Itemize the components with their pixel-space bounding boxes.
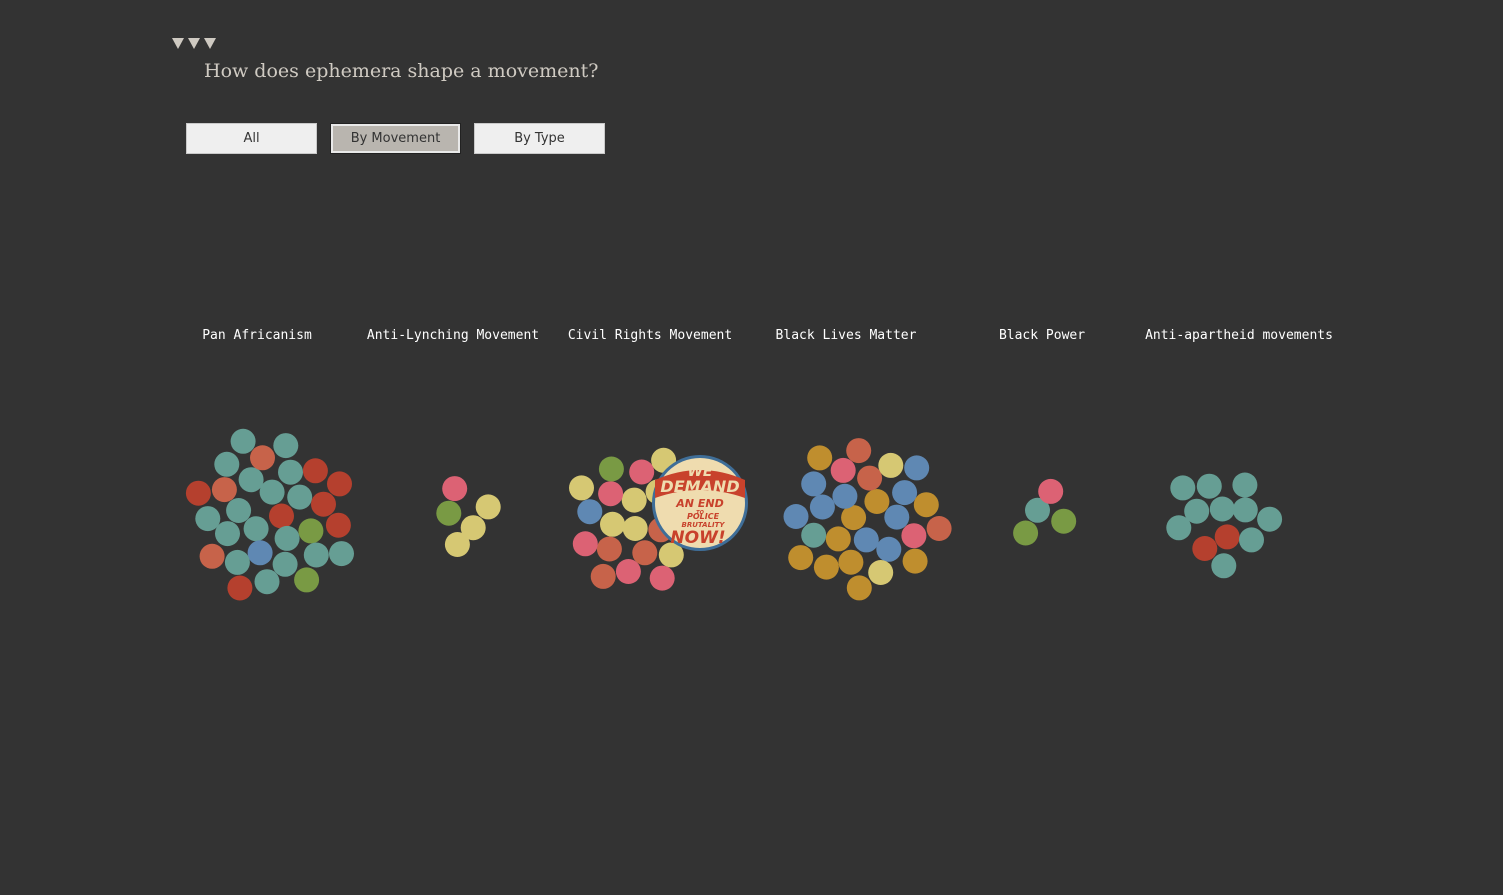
ephemera-dot[interactable]	[846, 575, 872, 601]
ephemera-dot[interactable]	[788, 545, 814, 571]
ephemera-dot[interactable]	[783, 504, 809, 529]
ephemera-dot[interactable]	[1170, 475, 1196, 501]
ephemera-dot[interactable]	[1232, 497, 1258, 523]
ephemera-dot[interactable]	[598, 456, 624, 482]
ephemera-dot[interactable]	[247, 540, 273, 566]
ephemera-dot[interactable]	[298, 518, 324, 544]
badge-text-now: NOW!	[670, 528, 725, 548]
ephemera-dot[interactable]	[838, 549, 864, 575]
ephemera-dot[interactable]	[1013, 520, 1039, 546]
ephemera-dot[interactable]	[846, 438, 872, 464]
ephemera-dot[interactable]	[841, 505, 867, 531]
ephemera-dot[interactable]	[250, 445, 275, 471]
featured-ephemera-badge[interactable]: WE DEMAND AN END TO POLICE BRUTALITY NOW…	[652, 455, 748, 551]
ephemera-dot[interactable]	[442, 476, 468, 502]
ephemera-dot[interactable]	[238, 467, 264, 493]
ephemera-dot[interactable]	[230, 428, 256, 454]
ephemera-dot[interactable]	[600, 511, 625, 537]
badge-text-demand: DEMAND	[660, 477, 739, 496]
ephemera-dot[interactable]	[311, 491, 336, 517]
ephemera-dot[interactable]	[577, 499, 603, 525]
ephemera-dot[interactable]	[269, 503, 294, 529]
ephemera-dot[interactable]	[254, 569, 280, 595]
ephemera-dot[interactable]	[901, 523, 927, 549]
ephemera-dot[interactable]	[596, 536, 622, 562]
ephemera-dot[interactable]	[598, 481, 624, 507]
ephemera-dot[interactable]	[904, 455, 930, 481]
ephemera-dot[interactable]	[302, 458, 328, 484]
ephemera-dot[interactable]	[1209, 496, 1235, 522]
ephemera-dot[interactable]	[884, 504, 910, 530]
ephemera-dot[interactable]	[1232, 472, 1258, 498]
ephemera-dot[interactable]	[615, 559, 641, 584]
ephemera-dot[interactable]	[1038, 478, 1064, 504]
ephemera-dot[interactable]	[273, 433, 299, 459]
ephemera-dot[interactable]	[801, 471, 827, 497]
bubble-chart: WE DEMAND AN END TO POLICE BRUTALITY NOW…	[185, 428, 1283, 601]
ephemera-dot[interactable]	[259, 479, 285, 505]
ephemera-dot[interactable]	[195, 506, 221, 532]
ephemera-dot[interactable]	[278, 459, 303, 485]
ephemera-dot[interactable]	[807, 445, 833, 471]
ephemera-dot[interactable]	[629, 459, 655, 485]
ephemera-dot[interactable]	[329, 541, 354, 567]
ephemera-dot[interactable]	[864, 489, 890, 514]
ephemera-dot[interactable]	[1196, 473, 1222, 499]
ephemera-dot[interactable]	[830, 457, 856, 483]
ephemera-dot[interactable]	[1051, 508, 1077, 534]
ephemera-dot[interactable]	[878, 452, 904, 478]
ephemera-dot[interactable]	[853, 527, 879, 553]
ephemera-dot[interactable]	[243, 516, 269, 542]
ephemera-dot[interactable]	[621, 487, 647, 513]
ephemera-dot[interactable]	[1192, 536, 1218, 561]
ephemera-dot[interactable]	[892, 480, 918, 506]
ephemera-dot[interactable]	[303, 542, 329, 568]
ephemera-dot[interactable]	[902, 548, 928, 574]
ephemera-dot[interactable]	[325, 512, 351, 538]
ephemera-dot[interactable]	[214, 451, 240, 477]
ephemera-dot[interactable]	[227, 575, 253, 601]
ephemera-dot[interactable]	[876, 536, 902, 562]
ephemera-dot[interactable]	[926, 516, 952, 541]
ephemera-dot[interactable]	[813, 554, 839, 580]
ephemera-dot[interactable]	[649, 565, 675, 591]
ephemera-dot[interactable]	[825, 526, 851, 552]
ephemera-dot[interactable]	[199, 543, 225, 569]
ephemera-dot[interactable]	[572, 531, 598, 557]
ephemera-dot[interactable]	[809, 494, 835, 520]
ephemera-dot[interactable]	[274, 525, 300, 551]
badge-text-police: POLICE	[687, 512, 720, 521]
ephemera-dot[interactable]	[913, 492, 939, 518]
ephemera-dot[interactable]	[224, 549, 250, 575]
ephemera-dot[interactable]	[294, 567, 320, 593]
ephemera-dot[interactable]	[857, 465, 883, 491]
ephemera-dot[interactable]	[632, 540, 658, 566]
ephemera-dot[interactable]	[226, 498, 252, 523]
ephemera-dot[interactable]	[185, 480, 211, 506]
ephemera-dot[interactable]	[475, 494, 501, 520]
ephemera-dot[interactable]	[327, 471, 352, 497]
ephemera-dot[interactable]	[272, 551, 298, 577]
badge-text-an-end: AN END	[675, 497, 723, 510]
ephemera-dot[interactable]	[832, 483, 858, 509]
ephemera-dot[interactable]	[801, 522, 827, 548]
ephemera-dot[interactable]	[287, 484, 313, 510]
ephemera-dot[interactable]	[436, 500, 462, 526]
ephemera-dot[interactable]	[1214, 524, 1240, 550]
ephemera-dot[interactable]	[211, 477, 237, 503]
ephemera-dot[interactable]	[1257, 506, 1283, 532]
ephemera-dot[interactable]	[215, 521, 240, 547]
ephemera-dot[interactable]	[868, 560, 894, 585]
ephemera-dot[interactable]	[622, 516, 648, 541]
ephemera-dot[interactable]	[569, 475, 594, 501]
ephemera-dot[interactable]	[590, 563, 616, 589]
ephemera-dot[interactable]	[444, 532, 470, 557]
ephemera-dot[interactable]	[1211, 553, 1237, 579]
ephemera-dot[interactable]	[1166, 515, 1192, 541]
ephemera-dot[interactable]	[1239, 527, 1264, 553]
